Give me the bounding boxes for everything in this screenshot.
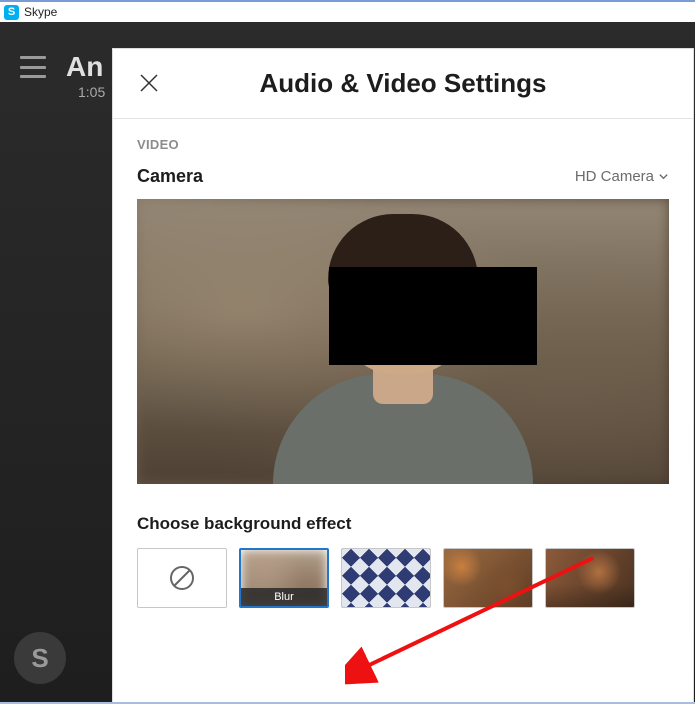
effect-none[interactable]: [137, 548, 227, 608]
camera-preview: [137, 199, 669, 484]
menu-icon[interactable]: [20, 56, 46, 78]
app-name: Skype: [24, 5, 57, 19]
app-body: An 1:05 S Audio & Video Settings VIDEO C…: [0, 22, 695, 704]
none-icon: [168, 564, 196, 592]
effects-row: Blur: [137, 548, 669, 608]
skype-bubble-icon[interactable]: S: [14, 632, 66, 684]
effect-blur-label: Blur: [241, 588, 327, 606]
redaction-box: [329, 267, 537, 365]
settings-panel: Audio & Video Settings VIDEO Camera HD C…: [112, 48, 694, 704]
panel-title: Audio & Video Settings: [113, 68, 693, 99]
effect-pattern-3[interactable]: [545, 548, 635, 608]
call-time: 1:05: [78, 84, 105, 100]
video-section-label: VIDEO: [137, 137, 669, 152]
title-bar: S Skype: [0, 0, 695, 22]
close-button[interactable]: [137, 71, 161, 95]
camera-row: Camera HD Camera: [137, 166, 669, 187]
camera-dropdown[interactable]: HD Camera: [575, 168, 669, 185]
camera-label: Camera: [137, 166, 203, 187]
skype-app-icon: S: [4, 5, 19, 20]
chevron-down-icon: [658, 171, 669, 182]
contact-name-partial: An: [66, 51, 103, 83]
choose-bg-label: Choose background effect: [137, 514, 669, 534]
effect-pattern-1[interactable]: [341, 548, 431, 608]
effect-blur[interactable]: Blur: [239, 548, 329, 608]
panel-header: Audio & Video Settings: [113, 49, 693, 119]
close-icon: [137, 71, 161, 95]
panel-content: VIDEO Camera HD Camera: [113, 119, 693, 608]
camera-selected-value: HD Camera: [575, 168, 654, 185]
effect-pattern-2[interactable]: [443, 548, 533, 608]
